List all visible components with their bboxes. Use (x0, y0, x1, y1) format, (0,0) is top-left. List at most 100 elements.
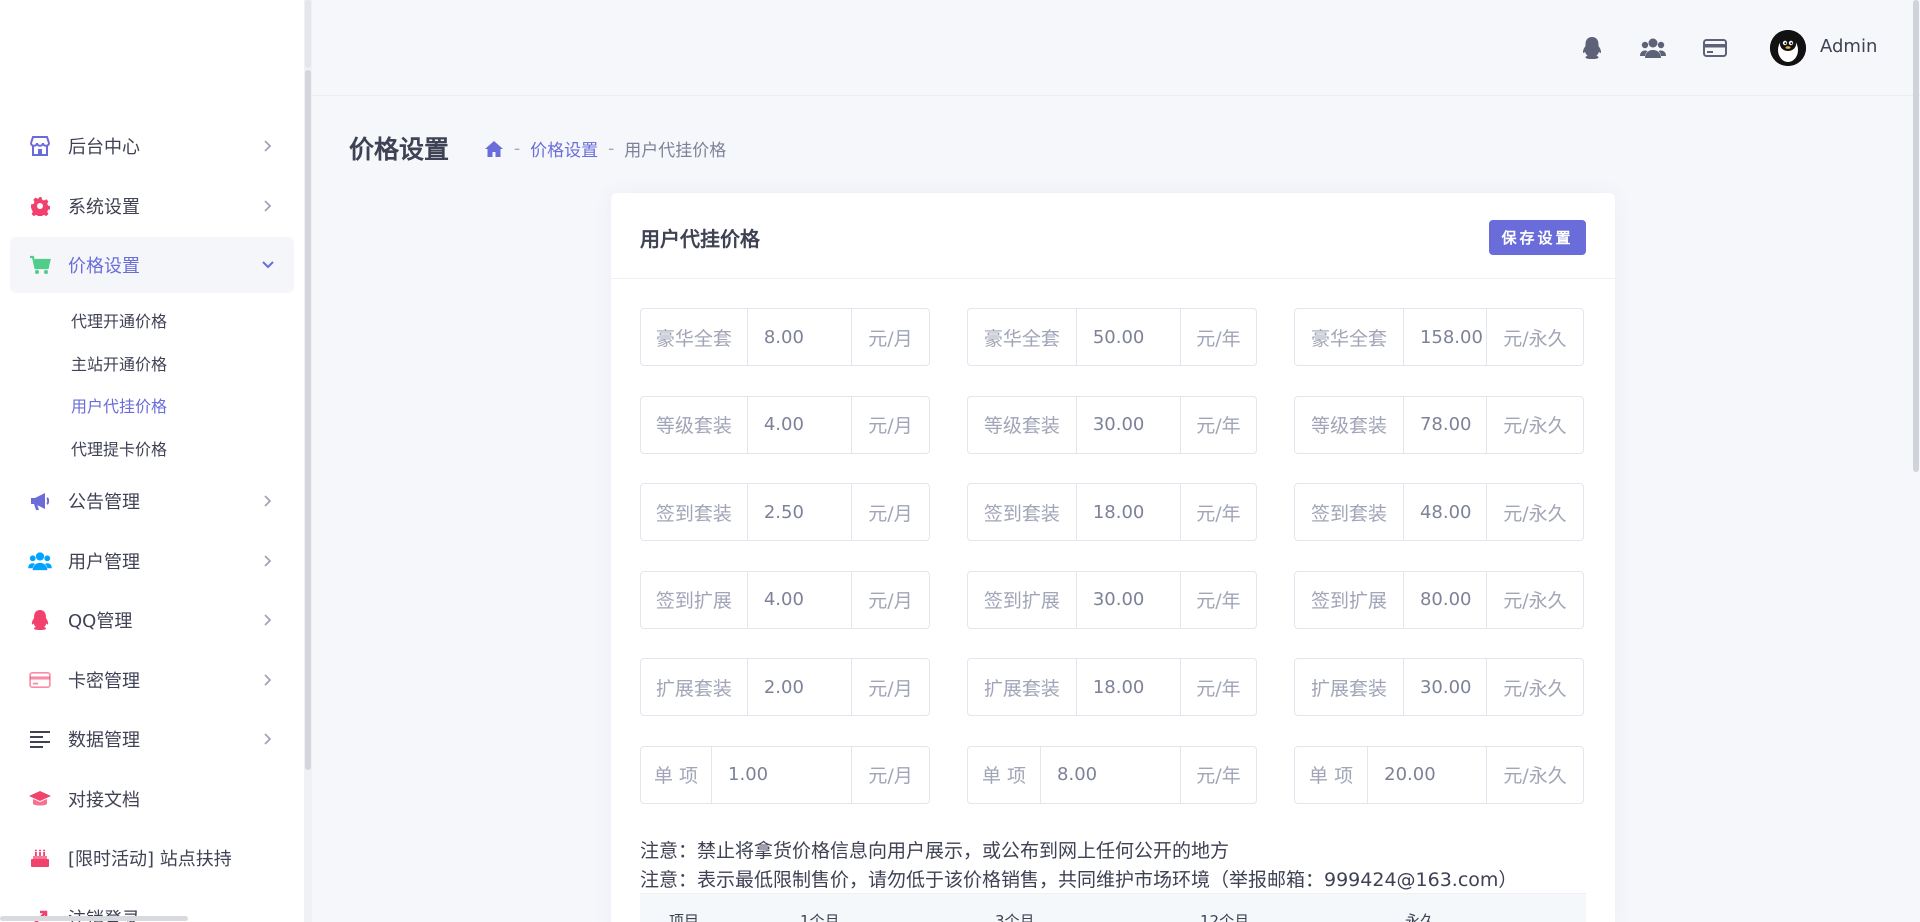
price-input-group: 等级套装 元/年 (967, 395, 1257, 454)
price-input[interactable] (747, 309, 851, 365)
price-label: 等级套装 (968, 396, 1077, 453)
price-input[interactable] (747, 396, 851, 453)
sidebar-item-cart[interactable]: 价格设置 (10, 237, 294, 293)
notice-text: 注意：禁止将拿货价格信息向用户展示，或公布到网上任何公开的地方 (640, 840, 1230, 862)
price-input-group: 签到套装 元/永久 (1294, 483, 1584, 541)
table-header-cell: 3个月 (995, 912, 1035, 922)
price-input[interactable] (747, 659, 851, 715)
chevron-right-icon (256, 194, 280, 218)
users-icon (28, 549, 52, 573)
price-input[interactable] (1403, 571, 1486, 628)
price-input[interactable] (1076, 571, 1180, 628)
sidebar-item-megaphone[interactable]: 公告管理 (10, 473, 294, 529)
price-unit: 元/永久 (1485, 309, 1583, 365)
sidebar-item-cake[interactable]: [限时活动] 站点扶持 (10, 830, 294, 886)
price-input[interactable] (1403, 659, 1486, 715)
sidebar: 后台中心 系统设置价格设置代理开通价格 主站开通价格 用户代挂价格 代理提卡价格公告管理… (0, 0, 312, 922)
price-input[interactable] (1041, 746, 1181, 803)
price-input[interactable] (1076, 396, 1180, 453)
price-input-group: 签到扩展 元/年 (967, 570, 1257, 629)
sidebar-item-users[interactable]: 用户管理 (10, 533, 294, 589)
price-unit: 元/月 (850, 484, 929, 540)
sidebar-item-graduation-cap[interactable]: 对接文档 (10, 771, 294, 827)
sidebar-item-label: 卡密管理 (68, 670, 140, 692)
breadcrumb-item-current: 用户代挂价格 (624, 141, 727, 161)
price-input[interactable] (747, 571, 851, 628)
sidebar-scrollbar-button[interactable] (305, 0, 311, 68)
submenu-item[interactable]: 主站开通价格 (71, 342, 294, 385)
card-title: 用户代挂价格 (640, 227, 760, 251)
price-input[interactable] (1368, 746, 1487, 803)
sidebar-item-label: QQ管理 (68, 611, 133, 632)
price-label: 等级套装 (1295, 396, 1404, 453)
price-label: 豪华全套 (641, 309, 748, 365)
sidebar-item-label: 公告管理 (68, 492, 140, 513)
qq-icon (28, 608, 52, 632)
price-input[interactable] (1076, 309, 1180, 365)
price-label: 签到扩展 (641, 571, 748, 628)
price-label: 豪华全套 (968, 309, 1077, 365)
breadcrumb-item-price-settings[interactable]: 价格设置 (530, 136, 598, 161)
page-scrollbar-thumb[interactable] (1913, 0, 1919, 472)
price-input[interactable] (1403, 484, 1486, 540)
price-input-group: 扩展套装 元/月 (640, 658, 930, 716)
users-icon[interactable] (1639, 34, 1667, 62)
price-label: 扩展套装 (641, 659, 748, 715)
chevron-down-icon (256, 253, 280, 277)
top-header (312, 0, 1920, 96)
price-unit: 元/永久 (1485, 484, 1583, 540)
card-icon[interactable] (1701, 34, 1729, 62)
price-input-group: 等级套装 元/月 (640, 395, 930, 454)
price-input[interactable] (1076, 484, 1180, 540)
price-unit: 元/月 (850, 396, 929, 453)
submenu-item[interactable]: 代理提卡价格 (71, 427, 294, 470)
avatar[interactable] (1770, 30, 1806, 66)
qq-icon[interactable] (1578, 34, 1606, 62)
home-icon[interactable] (484, 140, 504, 158)
price-label: 豪华全套 (1295, 309, 1404, 365)
user-name[interactable]: Admin (1820, 36, 1877, 57)
price-unit: 元/年 (1179, 484, 1256, 540)
price-label: 扩展套装 (1295, 659, 1404, 715)
table-header-cell: 12个月 (1200, 912, 1250, 922)
sidebar-horizontal-scrollbar[interactable] (0, 916, 188, 921)
price-input-group: 签到扩展 元/永久 (1294, 570, 1584, 629)
submenu-item[interactable]: 用户代挂价格 (71, 384, 294, 427)
sidebar-item-list[interactable]: 数据管理 (10, 711, 294, 767)
table-header-cell: 永久 (1405, 912, 1436, 922)
sidebar-item-qq[interactable]: QQ管理 (10, 592, 294, 648)
table-header-cell: 1个月 (800, 912, 840, 922)
table-header-cell: 项目 (669, 912, 700, 922)
price-unit: 元/月 (851, 746, 929, 803)
price-label: 签到扩展 (968, 571, 1077, 628)
sidebar-item-card[interactable]: 卡密管理 (10, 652, 294, 708)
price-label: 签到扩展 (1295, 571, 1404, 628)
price-label: 签到套装 (641, 484, 748, 540)
sidebar-item-label: 用户管理 (68, 551, 140, 573)
sidebar-item-label: 价格设置 (68, 256, 140, 277)
price-unit: 元/年 (1179, 396, 1256, 453)
breadcrumb-separator: - (608, 138, 615, 159)
sidebar-scrollbar-thumb[interactable] (305, 70, 311, 770)
price-input-group: 扩展套装 元/永久 (1294, 658, 1584, 716)
card-header: 用户代挂价格 保存设置 (611, 193, 1615, 279)
price-input-group: 单 项 元/年 (967, 745, 1257, 804)
price-unit: 元/永久 (1485, 571, 1583, 628)
chevron-right-icon (256, 134, 280, 158)
price-input-group: 单 项 元/月 (640, 745, 930, 804)
price-input[interactable] (1076, 659, 1180, 715)
submenu-item[interactable]: 代理开通价格 (71, 299, 294, 342)
save-button[interactable]: 保存设置 (1489, 220, 1586, 255)
price-input[interactable] (712, 746, 852, 803)
price-input-group: 豪华全套 元/月 (640, 308, 930, 366)
submenu: 代理开通价格 主站开通价格 用户代挂价格 代理提卡价格 (10, 299, 294, 469)
price-label: 单 项 (968, 746, 1042, 803)
price-input[interactable] (1403, 309, 1486, 365)
cart-icon (28, 253, 52, 277)
chevron-right-icon (256, 727, 280, 751)
price-input[interactable] (1403, 396, 1486, 453)
sidebar-item-store[interactable]: 后台中心 (10, 118, 294, 174)
sidebar-item-gear[interactable]: 系统设置 (10, 178, 294, 234)
price-input-group: 签到扩展 元/月 (640, 570, 930, 629)
price-input[interactable] (747, 484, 851, 540)
